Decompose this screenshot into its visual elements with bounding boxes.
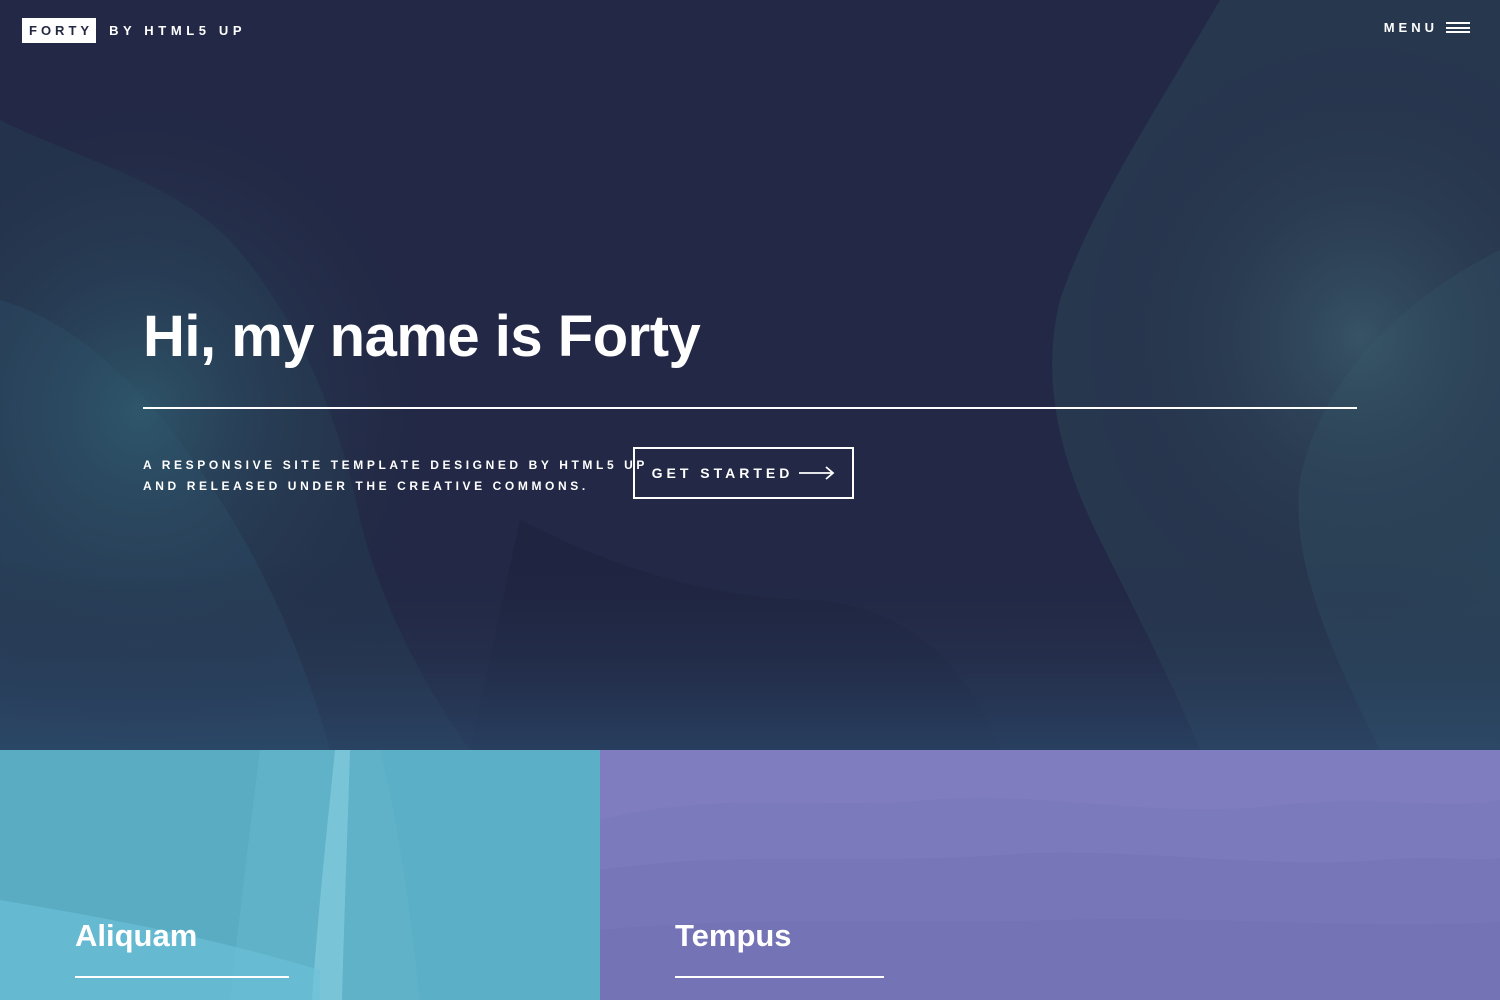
tile-aliquam-title: Aliquam	[75, 918, 198, 953]
banner-divider	[143, 407, 1357, 409]
tile-aliquam-image	[0, 750, 600, 1000]
tile-tempus-title: Tempus	[675, 918, 792, 953]
banner-background-image	[0, 0, 1500, 750]
logo-text: FORTY	[22, 18, 97, 43]
tile-tempus-image	[600, 750, 1500, 1000]
logo-byline: BY HTML5 UP	[109, 23, 247, 38]
tile-aliquam[interactable]: Aliquam	[0, 750, 600, 1000]
tiles: Aliquam Tempus	[0, 750, 1500, 1000]
tagline-line-2: AND RELEASED UNDER THE CREATIVE COMMONS.	[143, 479, 589, 493]
site-logo[interactable]: FORTY BY HTML5 UP	[22, 18, 246, 43]
arrow-right-icon	[799, 466, 835, 480]
tile-tempus[interactable]: Tempus	[600, 750, 1500, 1000]
tagline-line-1: A RESPONSIVE SITE TEMPLATE DESIGNED BY H…	[143, 458, 649, 472]
site-header: FORTY BY HTML5 UP MENU	[0, 0, 1500, 62]
hamburger-icon	[1446, 21, 1470, 34]
banner: Hi, my name is Forty A RESPONSIVE SITE T…	[0, 0, 1500, 750]
menu-label: MENU	[1383, 20, 1438, 35]
get-started-button[interactable]: GET STARTED	[633, 447, 854, 499]
banner-title: Hi, my name is Forty	[143, 304, 701, 369]
banner-tagline: A RESPONSIVE SITE TEMPLATE DESIGNED BY H…	[143, 455, 649, 497]
get-started-label: GET STARTED	[651, 465, 794, 481]
tile-aliquam-divider	[75, 976, 289, 978]
tile-tempus-divider	[675, 976, 884, 978]
menu-button[interactable]: MENU	[1384, 20, 1470, 35]
page: Hi, my name is Forty A RESPONSIVE SITE T…	[0, 0, 1500, 1000]
